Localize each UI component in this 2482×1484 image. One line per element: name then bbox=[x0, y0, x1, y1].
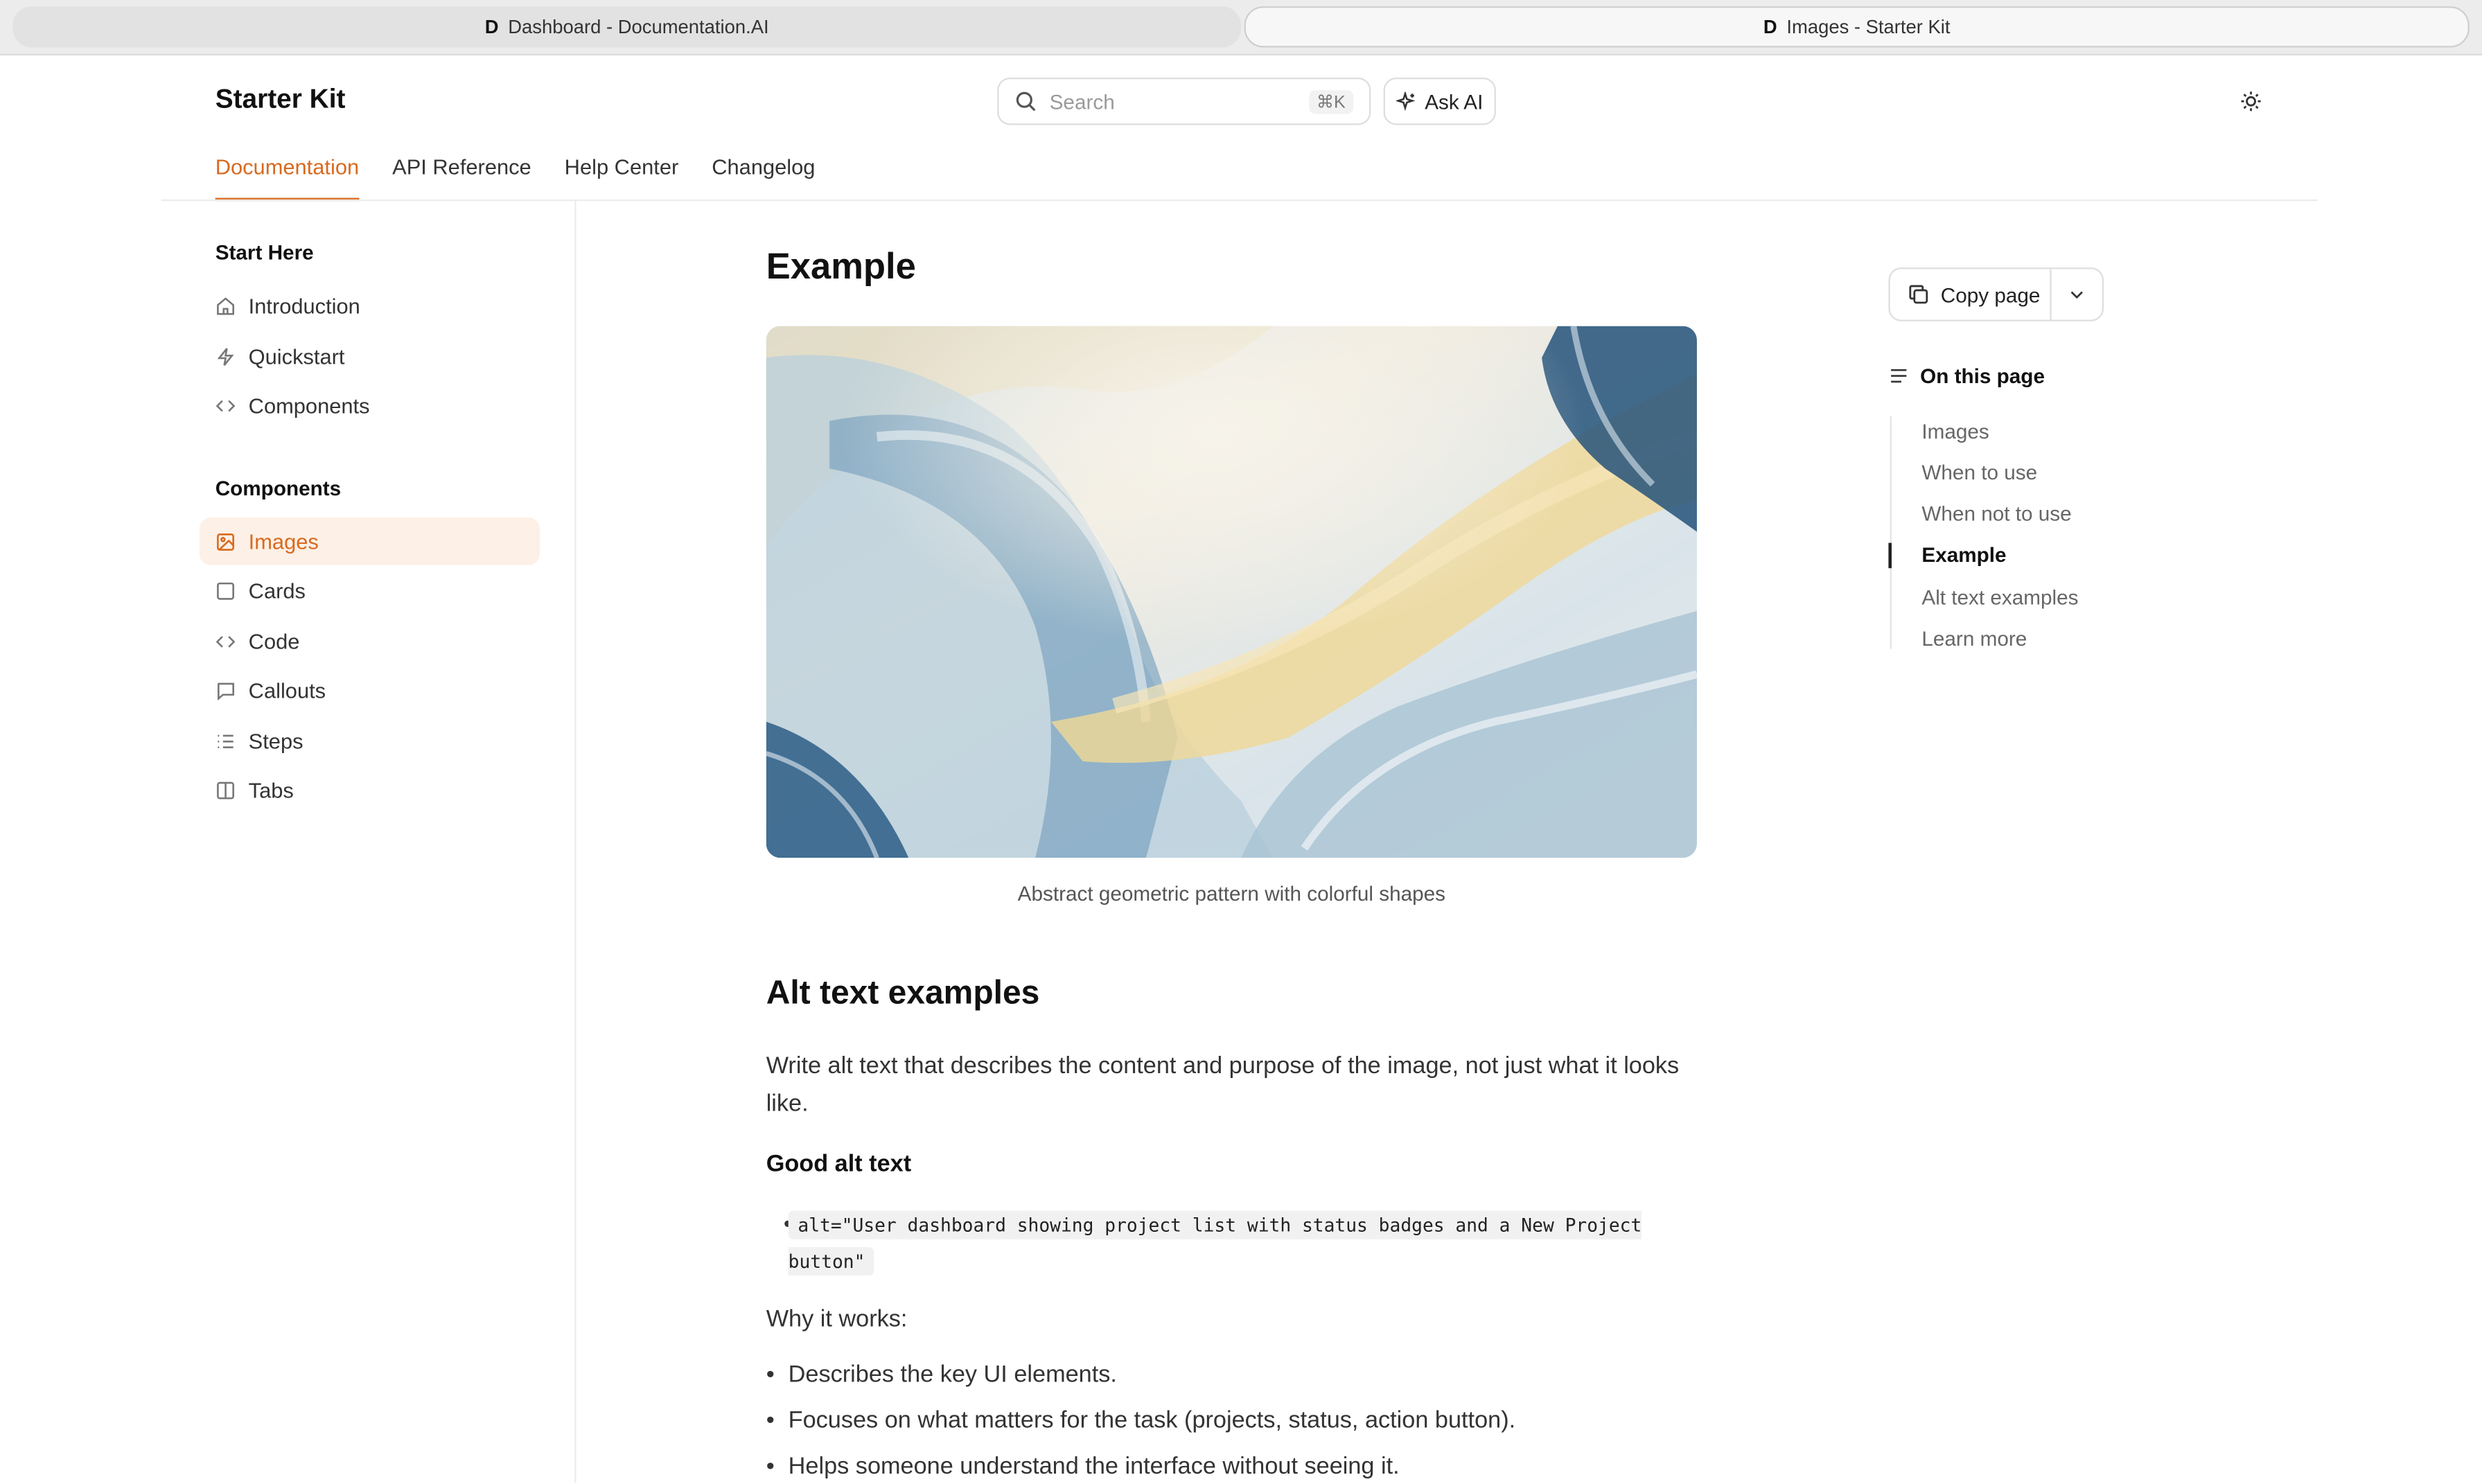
sidebar-item-label: Callouts bbox=[248, 678, 326, 703]
browser-tab-dashboard[interactable]: D Dashboard - Documentation.AI bbox=[12, 6, 1242, 48]
toc-item-learn-more[interactable]: Learn more bbox=[1921, 627, 2027, 651]
toc-item-when-not-to-use[interactable]: When not to use bbox=[1921, 502, 2071, 525]
tab-api-reference[interactable]: API Reference bbox=[392, 155, 531, 201]
inline-code: alt="User dashboard showing project list… bbox=[788, 1208, 1644, 1280]
code-icon bbox=[215, 399, 236, 412]
page-heading: Example bbox=[766, 245, 916, 287]
columns-icon bbox=[217, 781, 234, 799]
sidebar-item-steps[interactable]: Steps bbox=[200, 717, 540, 765]
tab-documentation[interactable]: Documentation bbox=[215, 155, 360, 202]
section-heading-alt-text: Alt text examples bbox=[766, 975, 1040, 1012]
header-divider bbox=[161, 199, 2318, 202]
text-align-icon bbox=[1891, 369, 1907, 383]
tab-help-center[interactable]: Help Center bbox=[565, 155, 679, 201]
sidebar-item-label: Cards bbox=[248, 578, 306, 603]
search-icon bbox=[1016, 91, 1036, 112]
sidebar-item-tabs[interactable]: Tabs bbox=[200, 766, 540, 814]
copy-icon bbox=[1909, 285, 1928, 304]
favicon-icon: D bbox=[484, 15, 499, 38]
copy-page-button[interactable]: Copy page bbox=[1890, 269, 2052, 320]
why-it-works-label: Why it works: bbox=[766, 1305, 908, 1333]
sidebar-item-label: Steps bbox=[248, 729, 303, 753]
message-icon bbox=[218, 682, 234, 700]
why-list: Describes the key UI elements. Focuses o… bbox=[766, 1361, 1515, 1484]
sidebar-group-title: Components bbox=[215, 476, 342, 500]
toc-item-images[interactable]: Images bbox=[1921, 419, 1989, 443]
abstract-painting-image bbox=[766, 326, 1697, 858]
list-item: Focuses on what matters for the task (pr… bbox=[766, 1407, 1515, 1453]
search-shortcut: ⌘K bbox=[1308, 89, 1354, 114]
code-text: alt="User dashboard showing project list… bbox=[788, 1210, 1642, 1276]
alt-text-intro: Write alt text that describes the conten… bbox=[766, 1052, 1680, 1118]
copy-page-label: Copy page bbox=[1940, 282, 2041, 307]
image-icon bbox=[217, 532, 234, 550]
sidebar-item-callouts[interactable]: Callouts bbox=[200, 666, 540, 714]
sidebar-item-label: Images bbox=[248, 529, 319, 554]
browser-tab-images[interactable]: D Images - Starter Kit bbox=[1244, 6, 2470, 48]
search-placeholder: Search bbox=[1049, 89, 1115, 114]
list-item: Describes the key UI elements. bbox=[766, 1361, 1515, 1407]
top-nav-tabs: Documentation API Reference Help Center … bbox=[215, 155, 815, 202]
sidebar-item-introduction[interactable]: Introduction bbox=[200, 282, 540, 330]
ask-ai-label: Ask AI bbox=[1425, 89, 1484, 114]
browser-tab-label: Images - Starter Kit bbox=[1786, 15, 1951, 38]
sidebar-item-components[interactable]: Components bbox=[200, 382, 540, 430]
favicon-icon: D bbox=[1763, 15, 1777, 38]
sun-icon bbox=[2241, 91, 2261, 112]
sidebar-item-label: Tabs bbox=[248, 777, 294, 802]
sidebar-group-title: Start Here bbox=[215, 240, 314, 265]
code-icon bbox=[215, 635, 236, 647]
theme-toggle-button[interactable] bbox=[2237, 87, 2265, 116]
image-caption: Abstract geometric pattern with colorful… bbox=[1017, 881, 1446, 906]
sidebar-item-cards[interactable]: Cards bbox=[200, 567, 540, 615]
search-input[interactable]: Search ⌘K bbox=[997, 77, 1371, 125]
toc-item-when-to-use[interactable]: When to use bbox=[1921, 461, 2037, 484]
sidebar-item-label: Introduction bbox=[248, 293, 360, 318]
sidebar-item-label: Code bbox=[248, 629, 300, 653]
square-icon bbox=[217, 581, 234, 599]
list-item: Helps someone understand the interface w… bbox=[766, 1453, 1515, 1484]
ask-ai-button[interactable]: Ask AI bbox=[1383, 77, 1496, 125]
home-icon bbox=[217, 297, 234, 315]
copy-options-dropdown[interactable] bbox=[2052, 269, 2102, 319]
browser-tab-label: Dashboard - Documentation.AI bbox=[508, 15, 769, 38]
sidebar-item-images[interactable]: Images bbox=[199, 518, 540, 565]
sidebar-divider bbox=[574, 201, 577, 1483]
sidebar-item-label: Components bbox=[248, 393, 370, 417]
toc-title-label: On this page bbox=[1920, 364, 2045, 388]
site-title[interactable]: Starter Kit bbox=[215, 84, 346, 116]
sidebar-item-quickstart[interactable]: Quickstart bbox=[200, 333, 540, 380]
chevron-down-icon bbox=[2070, 291, 2083, 299]
sidebar-item-code[interactable]: Code bbox=[200, 617, 540, 665]
bolt-icon bbox=[217, 347, 234, 365]
toc-item-alt-text-examples[interactable]: Alt text examples bbox=[1921, 585, 2078, 609]
toc-title: On this page bbox=[1888, 364, 2045, 388]
sparkle-icon bbox=[1396, 91, 1416, 110]
copy-page-control: Copy page bbox=[1888, 267, 2104, 321]
sidebar-item-label: Quickstart bbox=[248, 344, 345, 369]
list-icon bbox=[218, 734, 234, 748]
toc-active-marker bbox=[1888, 542, 1892, 569]
toc-item-example[interactable]: Example bbox=[1921, 543, 2006, 567]
example-image[interactable] bbox=[766, 326, 1697, 858]
subheading-good-alt-text: Good alt text bbox=[766, 1150, 912, 1178]
tab-changelog[interactable]: Changelog bbox=[712, 155, 815, 201]
browser-tab-bar: D Dashboard - Documentation.AI D Images … bbox=[0, 0, 2482, 55]
toc-track bbox=[1890, 416, 1892, 649]
